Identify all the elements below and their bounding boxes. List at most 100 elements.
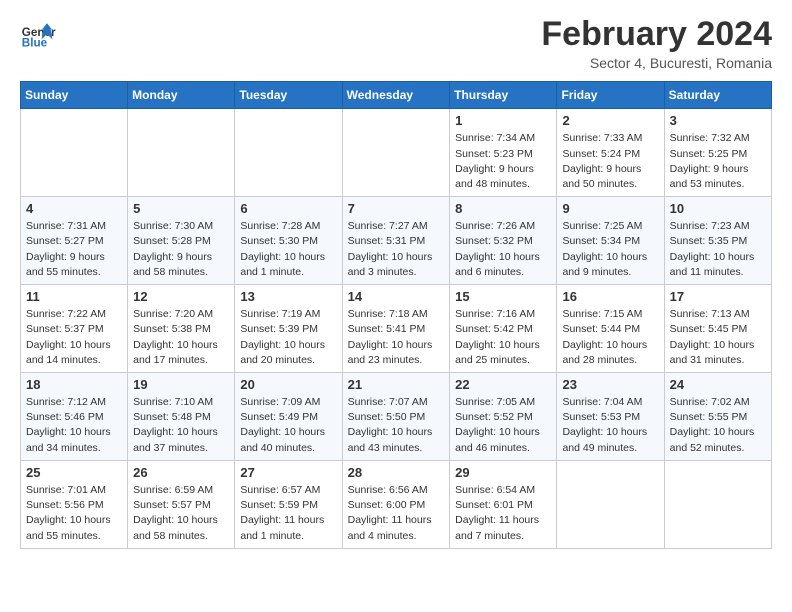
- calendar-cell: [128, 109, 235, 197]
- calendar-cell: 4 Sunrise: 7:31 AMSunset: 5:27 PMDaylight…: [21, 197, 128, 285]
- day-header-sunday: Sunday: [21, 82, 128, 109]
- cell-date-number: 27: [240, 465, 336, 480]
- cell-date-number: 19: [133, 377, 229, 392]
- cell-info-text: Sunrise: 7:31 AMSunset: 5:27 PMDaylight:…: [26, 219, 122, 280]
- cell-info-text: Sunrise: 7:25 AMSunset: 5:34 PMDaylight:…: [562, 219, 658, 280]
- cell-date-number: 8: [455, 201, 551, 216]
- calendar-header-row: SundayMondayTuesdayWednesdayThursdayFrid…: [21, 82, 772, 109]
- calendar-cell: 9 Sunrise: 7:25 AMSunset: 5:34 PMDaylight…: [557, 197, 664, 285]
- calendar-cell: 17 Sunrise: 7:13 AMSunset: 5:45 PMDayligh…: [664, 285, 771, 373]
- cell-date-number: 25: [26, 465, 122, 480]
- cell-info-text: Sunrise: 6:54 AMSunset: 6:01 PMDaylight:…: [455, 483, 551, 544]
- cell-info-text: Sunrise: 6:59 AMSunset: 5:57 PMDaylight:…: [133, 483, 229, 544]
- cell-info-text: Sunrise: 7:07 AMSunset: 5:50 PMDaylight:…: [348, 395, 445, 456]
- calendar-cell: 24 Sunrise: 7:02 AMSunset: 5:55 PMDayligh…: [664, 373, 771, 461]
- calendar-cell: 28Sunrise: 6:56 AMSunset: 6:00 PMDayligh…: [342, 460, 450, 548]
- cell-info-text: Sunrise: 7:15 AMSunset: 5:44 PMDaylight:…: [562, 307, 658, 368]
- calendar-cell: 7 Sunrise: 7:27 AMSunset: 5:31 PMDaylight…: [342, 197, 450, 285]
- cell-date-number: 4: [26, 201, 122, 216]
- calendar-cell: 14 Sunrise: 7:18 AMSunset: 5:41 PMDayligh…: [342, 285, 450, 373]
- cell-info-text: Sunrise: 7:27 AMSunset: 5:31 PMDaylight:…: [348, 219, 445, 280]
- calendar-week-row: 4 Sunrise: 7:31 AMSunset: 5:27 PMDaylight…: [21, 197, 772, 285]
- calendar-cell: [664, 460, 771, 548]
- cell-date-number: 13: [240, 289, 336, 304]
- cell-date-number: 2: [562, 113, 658, 128]
- cell-date-number: 29: [455, 465, 551, 480]
- location-subtitle: Sector 4, Bucuresti, Romania: [541, 55, 772, 71]
- calendar-cell: 15 Sunrise: 7:16 AMSunset: 5:42 PMDayligh…: [450, 285, 557, 373]
- cell-info-text: Sunrise: 7:02 AMSunset: 5:55 PMDaylight:…: [670, 395, 766, 456]
- cell-info-text: Sunrise: 7:09 AMSunset: 5:49 PMDaylight:…: [240, 395, 336, 456]
- cell-info-text: Sunrise: 7:16 AMSunset: 5:42 PMDaylight:…: [455, 307, 551, 368]
- calendar-cell: 6 Sunrise: 7:28 AMSunset: 5:30 PMDaylight…: [235, 197, 342, 285]
- title-block: February 2024 Sector 4, Bucuresti, Roman…: [541, 16, 772, 71]
- calendar-cell: [557, 460, 664, 548]
- cell-date-number: 11: [26, 289, 122, 304]
- cell-info-text: Sunrise: 7:34 AMSunset: 5:23 PMDaylight:…: [455, 131, 551, 192]
- calendar-cell: 2Sunrise: 7:33 AMSunset: 5:24 PMDaylight…: [557, 109, 664, 197]
- cell-date-number: 5: [133, 201, 229, 216]
- cell-info-text: Sunrise: 7:22 AMSunset: 5:37 PMDaylight:…: [26, 307, 122, 368]
- cell-info-text: Sunrise: 7:26 AMSunset: 5:32 PMDaylight:…: [455, 219, 551, 280]
- day-header-saturday: Saturday: [664, 82, 771, 109]
- cell-date-number: 10: [670, 201, 766, 216]
- calendar-week-row: 1 Sunrise: 7:34 AMSunset: 5:23 PMDaylight…: [21, 109, 772, 197]
- calendar-cell: 3Sunrise: 7:32 AMSunset: 5:25 PMDaylight…: [664, 109, 771, 197]
- cell-date-number: 7: [348, 201, 445, 216]
- cell-info-text: Sunrise: 7:28 AMSunset: 5:30 PMDaylight:…: [240, 219, 336, 280]
- calendar-week-row: 18 Sunrise: 7:12 AMSunset: 5:46 PMDayligh…: [21, 373, 772, 461]
- day-header-tuesday: Tuesday: [235, 82, 342, 109]
- day-header-monday: Monday: [128, 82, 235, 109]
- cell-date-number: 17: [670, 289, 766, 304]
- cell-date-number: 12: [133, 289, 229, 304]
- cell-date-number: 24: [670, 377, 766, 392]
- logo-icon: General Blue: [20, 16, 56, 52]
- cell-date-number: 26: [133, 465, 229, 480]
- calendar-cell: 19 Sunrise: 7:10 AMSunset: 5:48 PMDayligh…: [128, 373, 235, 461]
- calendar-cell: 23 Sunrise: 7:04 AMSunset: 5:53 PMDayligh…: [557, 373, 664, 461]
- cell-info-text: Sunrise: 7:12 AMSunset: 5:46 PMDaylight:…: [26, 395, 122, 456]
- calendar-cell: 8 Sunrise: 7:26 AMSunset: 5:32 PMDaylight…: [450, 197, 557, 285]
- cell-info-text: Sunrise: 6:57 AMSunset: 5:59 PMDaylight:…: [240, 483, 336, 544]
- calendar-cell: 20 Sunrise: 7:09 AMSunset: 5:49 PMDayligh…: [235, 373, 342, 461]
- cell-info-text: Sunrise: 7:13 AMSunset: 5:45 PMDaylight:…: [670, 307, 766, 368]
- cell-date-number: 1: [455, 113, 551, 128]
- cell-info-text: Sunrise: 7:19 AMSunset: 5:39 PMDaylight:…: [240, 307, 336, 368]
- calendar-cell: 16 Sunrise: 7:15 AMSunset: 5:44 PMDayligh…: [557, 285, 664, 373]
- calendar-cell: 25 Sunrise: 7:01 AMSunset: 5:56 PMDayligh…: [21, 460, 128, 548]
- cell-date-number: 15: [455, 289, 551, 304]
- calendar-week-row: 11 Sunrise: 7:22 AMSunset: 5:37 PMDayligh…: [21, 285, 772, 373]
- calendar-cell: [21, 109, 128, 197]
- cell-date-number: 14: [348, 289, 445, 304]
- calendar-cell: 13 Sunrise: 7:19 AMSunset: 5:39 PMDayligh…: [235, 285, 342, 373]
- header: General Blue February 2024 Sector 4, Buc…: [20, 16, 772, 71]
- cell-info-text: Sunrise: 7:10 AMSunset: 5:48 PMDaylight:…: [133, 395, 229, 456]
- cell-info-text: Sunrise: 7:04 AMSunset: 5:53 PMDaylight:…: [562, 395, 658, 456]
- calendar-cell: 18 Sunrise: 7:12 AMSunset: 5:46 PMDayligh…: [21, 373, 128, 461]
- day-header-wednesday: Wednesday: [342, 82, 450, 109]
- cell-date-number: 20: [240, 377, 336, 392]
- cell-date-number: 6: [240, 201, 336, 216]
- calendar-cell: 27 Sunrise: 6:57 AMSunset: 5:59 PMDayligh…: [235, 460, 342, 548]
- cell-info-text: Sunrise: 7:18 AMSunset: 5:41 PMDaylight:…: [348, 307, 445, 368]
- svg-text:Blue: Blue: [22, 37, 48, 50]
- calendar-cell: 22Sunrise: 7:05 AMSunset: 5:52 PMDayligh…: [450, 373, 557, 461]
- calendar-cell: 10Sunrise: 7:23 AMSunset: 5:35 PMDayligh…: [664, 197, 771, 285]
- calendar-cell: 26 Sunrise: 6:59 AMSunset: 5:57 PMDayligh…: [128, 460, 235, 548]
- calendar-table: SundayMondayTuesdayWednesdayThursdayFrid…: [20, 81, 772, 548]
- cell-date-number: 16: [562, 289, 658, 304]
- cell-info-text: Sunrise: 7:30 AMSunset: 5:28 PMDaylight:…: [133, 219, 229, 280]
- cell-info-text: Sunrise: 7:01 AMSunset: 5:56 PMDaylight:…: [26, 483, 122, 544]
- calendar-cell: [235, 109, 342, 197]
- logo: General Blue: [20, 16, 58, 52]
- cell-date-number: 23: [562, 377, 658, 392]
- calendar-cell: [342, 109, 450, 197]
- cell-date-number: 9: [562, 201, 658, 216]
- cell-date-number: 21: [348, 377, 445, 392]
- calendar-cell: 11 Sunrise: 7:22 AMSunset: 5:37 PMDayligh…: [21, 285, 128, 373]
- day-header-thursday: Thursday: [450, 82, 557, 109]
- cell-info-text: Sunrise: 7:32 AMSunset: 5:25 PMDaylight:…: [670, 131, 766, 192]
- cell-info-text: Sunrise: 7:20 AMSunset: 5:38 PMDaylight:…: [133, 307, 229, 368]
- cell-date-number: 28: [348, 465, 445, 480]
- cell-date-number: 18: [26, 377, 122, 392]
